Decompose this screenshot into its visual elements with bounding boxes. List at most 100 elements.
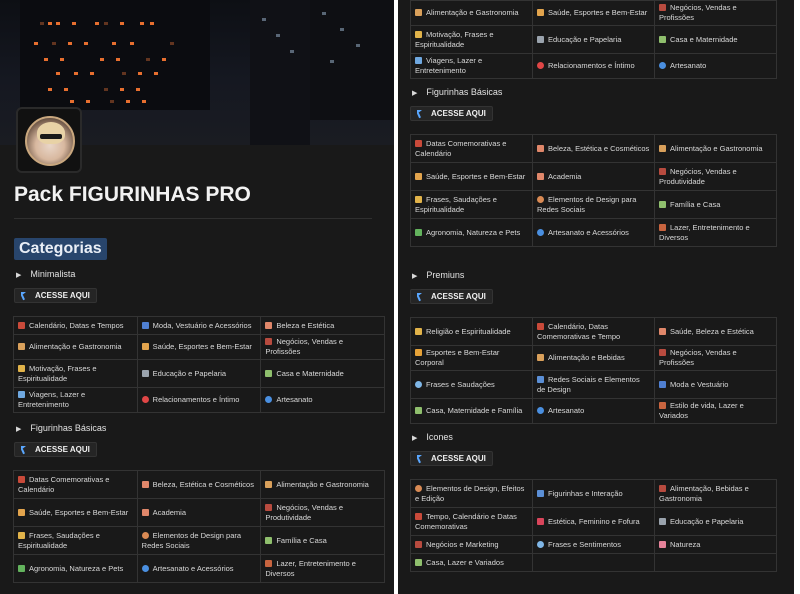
category-cell[interactable]: Academia	[136, 498, 262, 527]
food-icon	[659, 144, 666, 152]
category-cell[interactable]: Alimentação e Gastronomia	[654, 134, 777, 163]
category-cell[interactable]: Saúde, Esportes e Bem-Estar	[136, 334, 262, 360]
category-cell[interactable]: Beleza e Estética	[260, 316, 385, 335]
category-cell[interactable]: Motivação, Frases e Espiritualidade	[410, 25, 533, 54]
category-cell[interactable]: Beleza, Estética e Cosméticos	[136, 470, 262, 499]
category-cell[interactable]: Estética, Feminino e Fofura	[532, 507, 655, 536]
table-row: Esportes e Bem-Estar Corporal Alimentação…	[410, 345, 777, 371]
toggle-figurinhas-basicas[interactable]: ▶ Figurinhas Básicas	[412, 87, 502, 97]
category-label: Alimentação e Gastronomia	[276, 479, 369, 489]
category-cell[interactable]: Datas Comemorativas e Calendário	[410, 134, 533, 163]
category-cell[interactable]: Frases, Saudações e Espiritualidade	[410, 190, 533, 219]
category-cell[interactable]: Saúde, Esportes e Bem-Estar	[532, 0, 655, 26]
building-window	[120, 88, 124, 91]
premiuns-category-table: Religião e Espiritualidade Calendário, Da…	[410, 317, 777, 424]
category-cell[interactable]: Lazer, Entretenimento e Diversos	[260, 554, 385, 583]
category-cell[interactable]: Educação e Papelaria	[654, 507, 777, 536]
chat-icon	[537, 540, 544, 548]
category-cell[interactable]: Relacionamentos e Íntimo	[136, 387, 262, 413]
category-cell[interactable]: Família e Casa	[260, 526, 385, 555]
toggle-figurinhas-basicas[interactable]: ▶ Figurinhas Básicas	[16, 423, 106, 433]
building-window	[110, 100, 114, 103]
toggle-icones[interactable]: ▶ Icones	[412, 432, 453, 442]
category-cell[interactable]: Alimentação e Gastronomia	[13, 334, 138, 360]
category-cell[interactable]: Casa e Maternidade	[260, 359, 385, 388]
category-cell[interactable]: Casa, Maternidade e Família	[410, 398, 533, 424]
caret-right-icon: ▶	[16, 272, 22, 279]
category-cell[interactable]: Natureza	[654, 535, 777, 554]
button-label: ACESSE AQUI	[35, 291, 90, 300]
acesse-aqui-button-basicas[interactable]: ACESSE AQUI	[410, 106, 493, 121]
category-cell[interactable]: Saúde, Beleza e Estética	[654, 317, 777, 346]
acesse-aqui-button-premiuns[interactable]: ACESSE AQUI	[410, 289, 493, 304]
toggle-minimalista[interactable]: ▶ Minimalista	[16, 269, 75, 279]
minimalista-category-table: Calendário, Datas e Tempos Moda, Vestuári…	[13, 316, 385, 413]
briefcase-icon	[265, 338, 273, 345]
category-cell[interactable]: Figurinhas e Interação	[532, 479, 655, 508]
category-cell[interactable]: Elementos de Design para Redes Sociais	[532, 190, 655, 219]
category-cell[interactable]: Negócios e Marketing	[410, 535, 533, 554]
acesse-aqui-button-icones[interactable]: ACESSE AQUI	[410, 451, 493, 466]
category-cell[interactable]: Educação e Papelaria	[532, 25, 655, 54]
sport-icon	[18, 508, 25, 516]
table-row: Frases, Saudações e Espiritualidade Eleme…	[13, 526, 385, 555]
toggle-premiuns[interactable]: ▶ Premiuns	[412, 270, 464, 280]
category-cell[interactable]: Lazer, Entretenimento e Diversos	[654, 218, 777, 247]
category-cell[interactable]: Artesanato	[260, 387, 385, 413]
pray-icon	[415, 327, 422, 335]
acesse-aqui-button-minimalista[interactable]: ACESSE AQUI	[14, 288, 97, 303]
category-cell[interactable]: Academia	[532, 162, 655, 191]
category-cell[interactable]: Saúde, Esportes e Bem-Estar	[410, 162, 533, 191]
category-cell[interactable]: Negócios, Vendas e Profissões	[654, 345, 777, 371]
category-cell[interactable]: Casa, Lazer e Variados	[410, 553, 533, 572]
category-cell[interactable]: Moda, Vestuário e Acessórios	[136, 316, 262, 335]
category-cell[interactable]: Calendário, Datas e Tempos	[13, 316, 138, 335]
category-cell[interactable]: Alimentação e Gastronomia	[260, 470, 385, 499]
category-cell[interactable]: Agronomia, Natureza e Pets	[13, 554, 138, 583]
button-label: ACESSE AQUI	[431, 109, 486, 118]
category-cell[interactable]: Frases, Saudações e Espiritualidade	[13, 526, 138, 555]
category-cell[interactable]: Frases e Sentimentos	[532, 535, 655, 554]
category-cell[interactable]: Religião e Espiritualidade	[410, 317, 533, 346]
category-cell[interactable]: Alimentação e Bebidas	[532, 345, 655, 371]
category-cell[interactable]: Estilo de vida, Lazer e Variados	[654, 398, 777, 424]
category-cell[interactable]: Alimentação e Gastronomia	[410, 0, 533, 26]
category-cell[interactable]: Negócios, Vendas e Produtividade	[654, 162, 777, 191]
category-cell[interactable]: Relacionamentos e Íntimo	[532, 53, 655, 79]
category-cell[interactable]: Viagens, Lazer e Entretenimento	[13, 387, 138, 413]
category-cell[interactable]: Elementos de Design para Redes Sociais	[136, 526, 262, 555]
category-cell[interactable]: Calendário, Datas Comemorativas e Tempo	[532, 317, 655, 346]
category-cell[interactable]: Agronomia, Natureza e Pets	[410, 218, 533, 247]
category-label: Motivação, Frases e Espiritualidade	[18, 363, 97, 383]
category-cell[interactable]: Tempo, Calendário e Datas Comemorativas	[410, 507, 533, 536]
category-cell[interactable]: Negócios, Vendas e Profissões	[654, 0, 777, 26]
category-label: Frases e Saudações	[426, 379, 495, 389]
category-cell[interactable]: Moda e Vestuário	[654, 370, 777, 399]
building-window	[330, 60, 334, 63]
category-cell[interactable]: Artesanato e Acessórios	[136, 554, 262, 583]
category-cell[interactable]: Negócios, Vendas e Profissões	[260, 334, 385, 360]
category-cell[interactable]: Artesanato e Acessórios	[532, 218, 655, 247]
category-cell[interactable]: Artesanato	[654, 53, 777, 79]
category-cell[interactable]: Família e Casa	[654, 190, 777, 219]
category-label: Moda, Vestuário e Acessórios	[152, 320, 252, 330]
category-cell[interactable]: Casa e Maternidade	[654, 25, 777, 54]
category-cell[interactable]: Negócios, Vendas e Produtividade	[260, 498, 385, 527]
category-cell[interactable]: Redes Sociais e Elementos de Design	[532, 370, 655, 399]
category-cell[interactable]: Alimentação, Bebidas e Gastronomia	[654, 479, 777, 508]
category-cell[interactable]: Educação e Papelaria	[136, 359, 262, 388]
category-label: Casa e Maternidade	[670, 34, 738, 44]
category-cell[interactable]: Elementos de Design, Efeitos e Edição	[410, 479, 533, 508]
category-cell[interactable]: Datas Comemorativas e Calendário	[13, 470, 138, 499]
category-cell[interactable]: Saúde, Esportes e Bem-Estar	[13, 498, 138, 527]
category-cell[interactable]: Esportes e Bem-Estar Corporal	[410, 345, 533, 371]
calendar-icon	[18, 321, 25, 329]
category-cell[interactable]: Viagens, Lazer e Entretenimento	[410, 53, 533, 79]
palette-icon	[141, 564, 149, 572]
category-label: Viagens, Lazer e Entretenimento	[18, 390, 86, 409]
category-cell[interactable]: Artesanato	[532, 398, 655, 424]
acesse-aqui-button-basicas[interactable]: ACESSE AQUI	[14, 442, 97, 457]
category-cell[interactable]: Beleza, Estética e Cosméticos	[532, 134, 655, 163]
category-cell[interactable]: Frases e Saudações	[410, 370, 533, 399]
category-cell[interactable]: Motivação, Frases e Espiritualidade	[13, 359, 138, 388]
